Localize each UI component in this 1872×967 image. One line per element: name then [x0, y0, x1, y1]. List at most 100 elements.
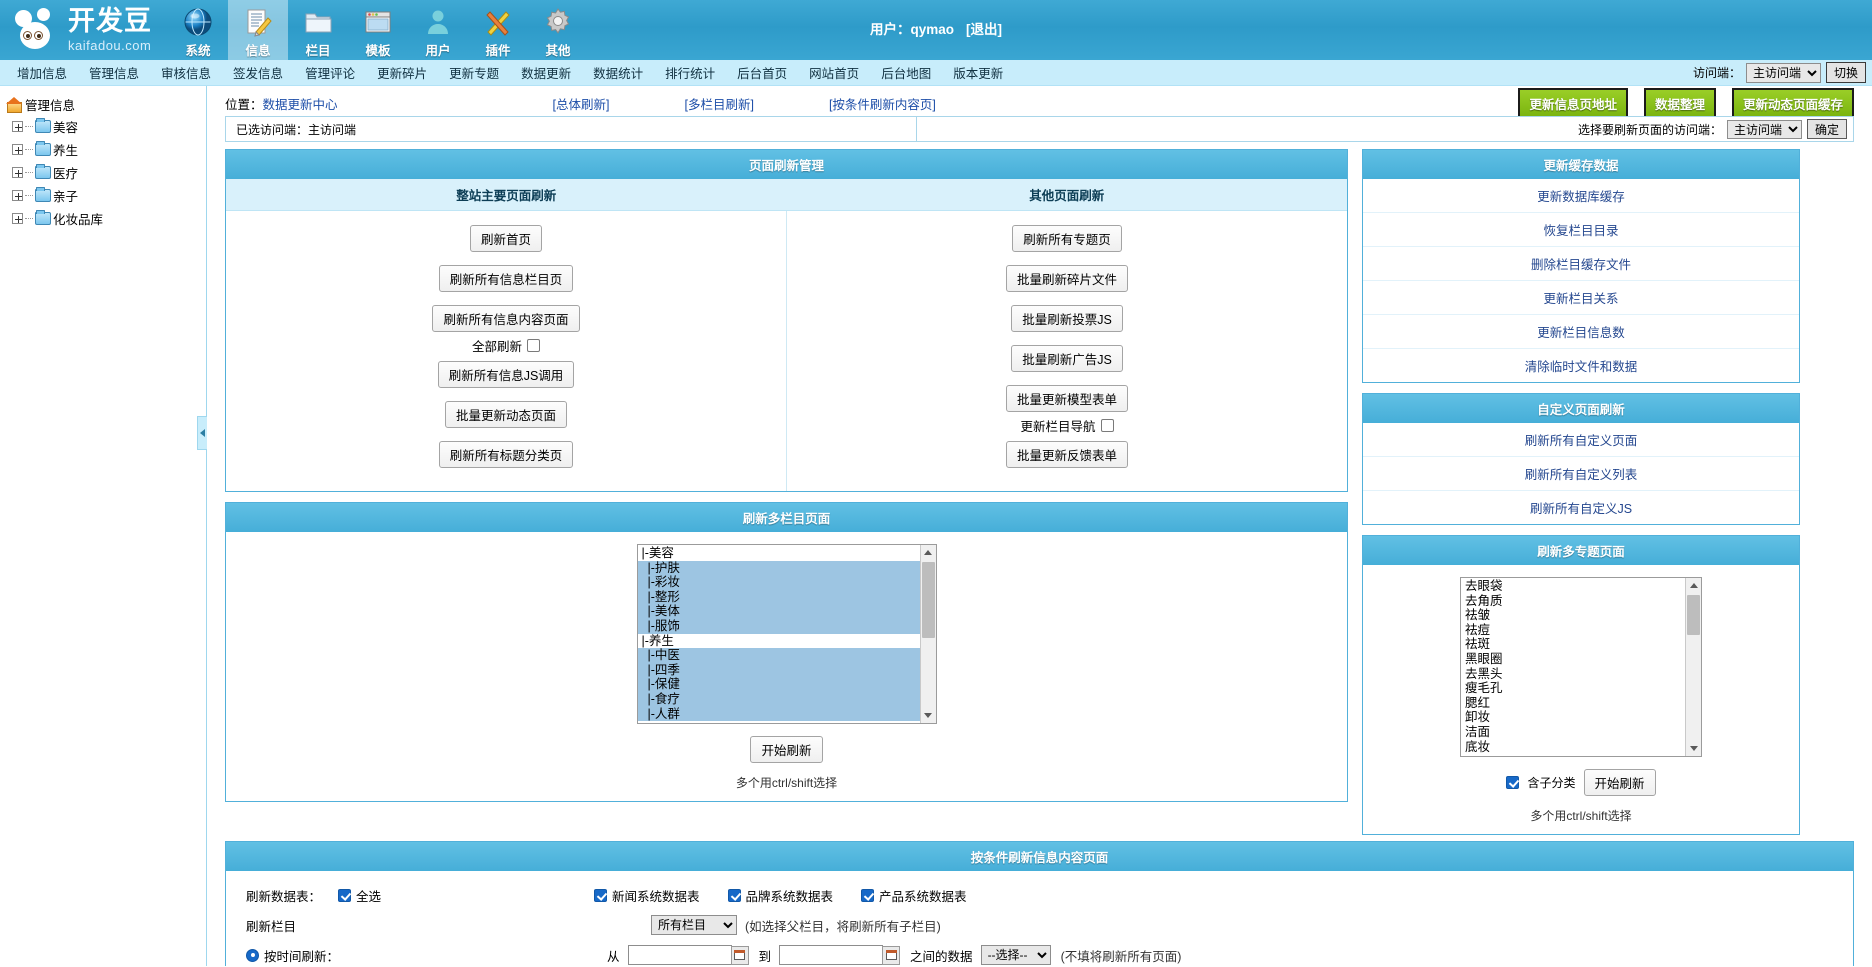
refresh-all-info-content-pages-button[interactable]: 刷新所有信息内容页面	[432, 305, 579, 332]
logout-link[interactable]: [退出]	[966, 22, 1002, 37]
list-item[interactable]: 去黑头	[1461, 667, 1685, 682]
topic-multiselect[interactable]: 去眼袋 去角质 祛皱 祛痘 祛斑 黑眼圈 去黑头 瘦毛孔 腮红 卸妆 洁面	[1460, 577, 1702, 757]
clear-temp-files-link[interactable]: 清除临时文件和数据	[1363, 349, 1799, 382]
sub-nav-item-admin-home[interactable]: 后台首页	[726, 63, 798, 82]
sub-nav-item-data-stats[interactable]: 数据统计	[582, 63, 654, 82]
calendar-icon[interactable]	[731, 946, 749, 965]
quick-link-multi-column-refresh[interactable]: [多栏目刷新]	[684, 94, 753, 113]
sub-nav-item-data-update[interactable]: 数据更新	[510, 63, 582, 82]
refresh-homepage-button[interactable]: 刷新首页	[470, 225, 542, 252]
sidebar-item-beauty[interactable]: 美容	[6, 115, 206, 138]
update-column-info-count-link[interactable]: 更新栏目信息数	[1363, 315, 1799, 349]
to-date-input[interactable]	[779, 945, 883, 965]
list-item[interactable]: |-美体	[638, 604, 920, 619]
list-item[interactable]: |-中医	[638, 648, 920, 663]
column-multiselect[interactable]: |-美容 |-护肤 |-彩妆 |-整形 |-美体 |-服饰 |-养生 |-中医 …	[637, 544, 937, 724]
update-column-nav-checkbox[interactable]	[1101, 419, 1114, 432]
list-item[interactable]: 祛皱	[1461, 608, 1685, 623]
refresh-all-checkbox[interactable]	[527, 339, 540, 352]
sub-nav-item-ranking-stats[interactable]: 排行统计	[654, 63, 726, 82]
list-item[interactable]: 洁面	[1461, 725, 1685, 740]
batch-refresh-ad-js-button[interactable]: 批量刷新广告JS	[1011, 345, 1123, 372]
list-item[interactable]: |-养生	[638, 634, 920, 649]
include-children-checkbox[interactable]	[1506, 776, 1519, 789]
list-item[interactable]: |-护肤	[638, 561, 920, 576]
list-item[interactable]: 去眼袋	[1461, 579, 1685, 594]
start-refresh-topics-button[interactable]: 开始刷新	[1584, 769, 1656, 796]
sub-nav-item-issue-info[interactable]: 签发信息	[222, 63, 294, 82]
scrollbar[interactable]	[920, 545, 936, 723]
refresh-endpoint-select[interactable]: 主访问端	[1727, 120, 1802, 139]
list-item[interactable]: |-服饰	[638, 619, 920, 634]
menu-item-plugin[interactable]: 插件	[468, 0, 528, 60]
refresh-all-custom-js-link[interactable]: 刷新所有自定义JS	[1363, 491, 1799, 524]
sub-nav-item-site-home[interactable]: 网站首页	[798, 63, 870, 82]
scroll-up-button[interactable]	[921, 545, 936, 560]
menu-item-info[interactable]: 信息	[228, 0, 288, 60]
menu-item-user[interactable]: 用户	[408, 0, 468, 60]
expand-plus-icon[interactable]	[12, 144, 23, 155]
endpoint-select[interactable]: 主访问端	[1746, 63, 1821, 83]
quick-link-conditional-refresh[interactable]: [按条件刷新内容页]	[829, 94, 936, 113]
select-all-checkbox[interactable]	[338, 889, 351, 902]
quick-link-overall-refresh[interactable]: [总体刷新]	[553, 94, 610, 113]
list-item[interactable]: 黑眼圈	[1461, 652, 1685, 667]
batch-update-dynamic-pages-button[interactable]: 批量更新动态页面	[445, 401, 567, 428]
batch-refresh-fragment-files-button[interactable]: 批量刷新碎片文件	[1006, 265, 1128, 292]
menu-item-template[interactable]: 模板	[348, 0, 408, 60]
list-item[interactable]: |-人群	[638, 707, 920, 722]
scroll-thumb[interactable]	[1687, 595, 1700, 635]
refresh-all-info-column-pages-button[interactable]: 刷新所有信息栏目页	[439, 265, 574, 292]
scroll-down-button[interactable]	[921, 708, 936, 723]
news-table-checkbox[interactable]	[594, 889, 607, 902]
sub-nav-item-manage-comments[interactable]: 管理评论	[294, 63, 366, 82]
batch-update-model-forms-button[interactable]: 批量更新模型表单	[1006, 385, 1128, 412]
switch-endpoint-button[interactable]: 切换	[1826, 62, 1866, 83]
restore-column-dirs-link[interactable]: 恢复栏目目录	[1363, 213, 1799, 247]
from-date-input[interactable]	[628, 945, 732, 965]
sidebar-item-health[interactable]: 养生	[6, 138, 206, 161]
time-range-select[interactable]: --选择--	[981, 945, 1051, 965]
expand-plus-icon[interactable]	[12, 190, 23, 201]
confirm-button[interactable]: 确定	[1807, 119, 1847, 139]
expand-plus-icon[interactable]	[12, 167, 23, 178]
update-db-cache-link[interactable]: 更新数据库缓存	[1363, 179, 1799, 213]
sidebar-collapse-handle[interactable]	[197, 416, 207, 450]
brand-logo[interactable]: 开发豆 kaifadou.com	[0, 0, 168, 60]
sub-nav-item-version-update[interactable]: 版本更新	[942, 63, 1014, 82]
sidebar-item-cosmetics-library[interactable]: 化妆品库	[6, 207, 206, 230]
expand-plus-icon[interactable]	[12, 213, 23, 224]
delete-column-cache-files-link[interactable]: 删除栏目缓存文件	[1363, 247, 1799, 281]
refresh-column-select[interactable]: 所有栏目	[651, 915, 737, 935]
list-item[interactable]: |-彩妆	[638, 575, 920, 590]
sidebar-item-medical[interactable]: 医疗	[6, 161, 206, 184]
list-item[interactable]: 祛斑	[1461, 637, 1685, 652]
update-info-page-url-button[interactable]: 更新信息页地址	[1518, 88, 1628, 119]
sub-nav-item-admin-map[interactable]: 后台地图	[870, 63, 942, 82]
list-item[interactable]: |-整形	[638, 590, 920, 605]
by-time-radio[interactable]	[246, 949, 259, 962]
sub-nav-item-manage-info[interactable]: 管理信息	[78, 63, 150, 82]
expand-plus-icon[interactable]	[12, 121, 23, 132]
list-item[interactable]: 瘦毛孔	[1461, 681, 1685, 696]
scroll-thumb[interactable]	[922, 562, 935, 638]
sidebar-item-parenting[interactable]: 亲子	[6, 184, 206, 207]
list-item[interactable]: 腮红	[1461, 696, 1685, 711]
list-item[interactable]: |-四季	[638, 663, 920, 678]
sidebar-root-manage-info[interactable]: 管理信息	[6, 94, 206, 115]
menu-item-system[interactable]: 系统	[168, 0, 228, 60]
position-value[interactable]: 数据更新中心	[263, 98, 338, 112]
sub-nav-item-update-fragments[interactable]: 更新碎片	[366, 63, 438, 82]
update-column-relations-link[interactable]: 更新栏目关系	[1363, 281, 1799, 315]
list-item[interactable]: 去角质	[1461, 594, 1685, 609]
refresh-all-custom-lists-link[interactable]: 刷新所有自定义列表	[1363, 457, 1799, 491]
list-item[interactable]: 祛痘	[1461, 623, 1685, 638]
sub-nav-item-audit-info[interactable]: 审核信息	[150, 63, 222, 82]
data-cleanup-button[interactable]: 数据整理	[1644, 88, 1716, 119]
calendar-icon[interactable]	[882, 946, 900, 965]
sub-nav-item-add-info[interactable]: 增加信息	[6, 63, 78, 82]
refresh-all-topic-pages-button[interactable]: 刷新所有专题页	[1012, 225, 1122, 252]
menu-item-other[interactable]: 其他	[528, 0, 588, 60]
scroll-up-button[interactable]	[1686, 578, 1701, 593]
batch-refresh-vote-js-button[interactable]: 批量刷新投票JS	[1011, 305, 1123, 332]
